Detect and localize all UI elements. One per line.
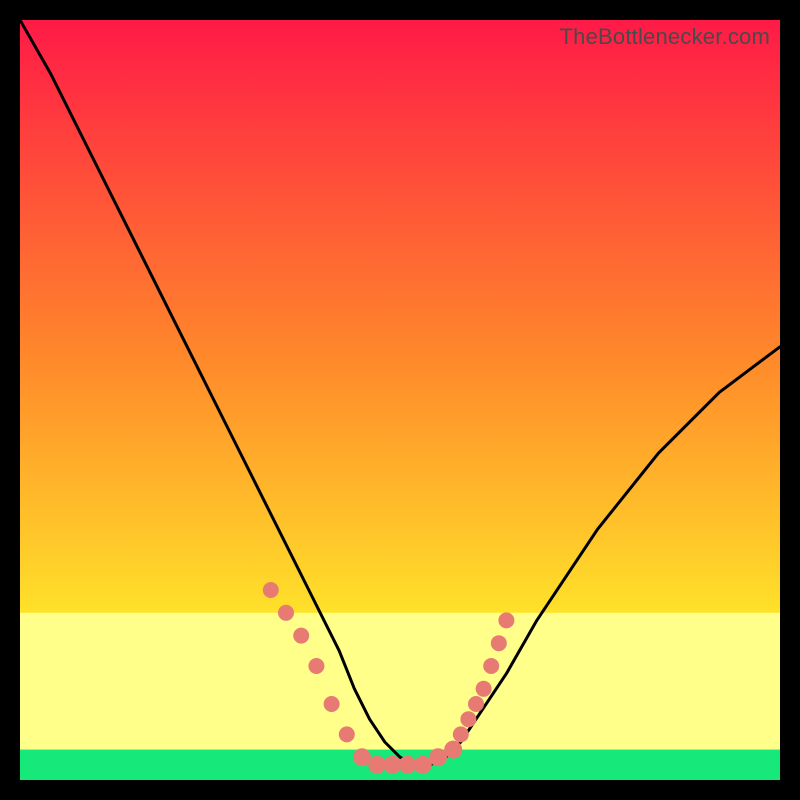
data-marker bbox=[339, 726, 355, 742]
pale-yellow-band bbox=[20, 613, 780, 750]
data-marker bbox=[498, 612, 514, 628]
data-marker bbox=[308, 658, 324, 674]
data-marker bbox=[476, 681, 492, 697]
data-marker bbox=[278, 605, 294, 621]
data-marker bbox=[483, 658, 499, 674]
data-marker bbox=[491, 635, 507, 651]
chart-svg bbox=[20, 20, 780, 780]
data-marker bbox=[293, 628, 309, 644]
data-marker bbox=[453, 726, 469, 742]
data-marker bbox=[324, 696, 340, 712]
data-marker bbox=[460, 711, 476, 727]
data-marker bbox=[444, 741, 462, 759]
watermark-text: TheBottlenecker.com bbox=[560, 24, 770, 50]
data-marker bbox=[263, 582, 279, 598]
chart-frame: TheBottlenecker.com bbox=[20, 20, 780, 780]
data-marker bbox=[468, 696, 484, 712]
